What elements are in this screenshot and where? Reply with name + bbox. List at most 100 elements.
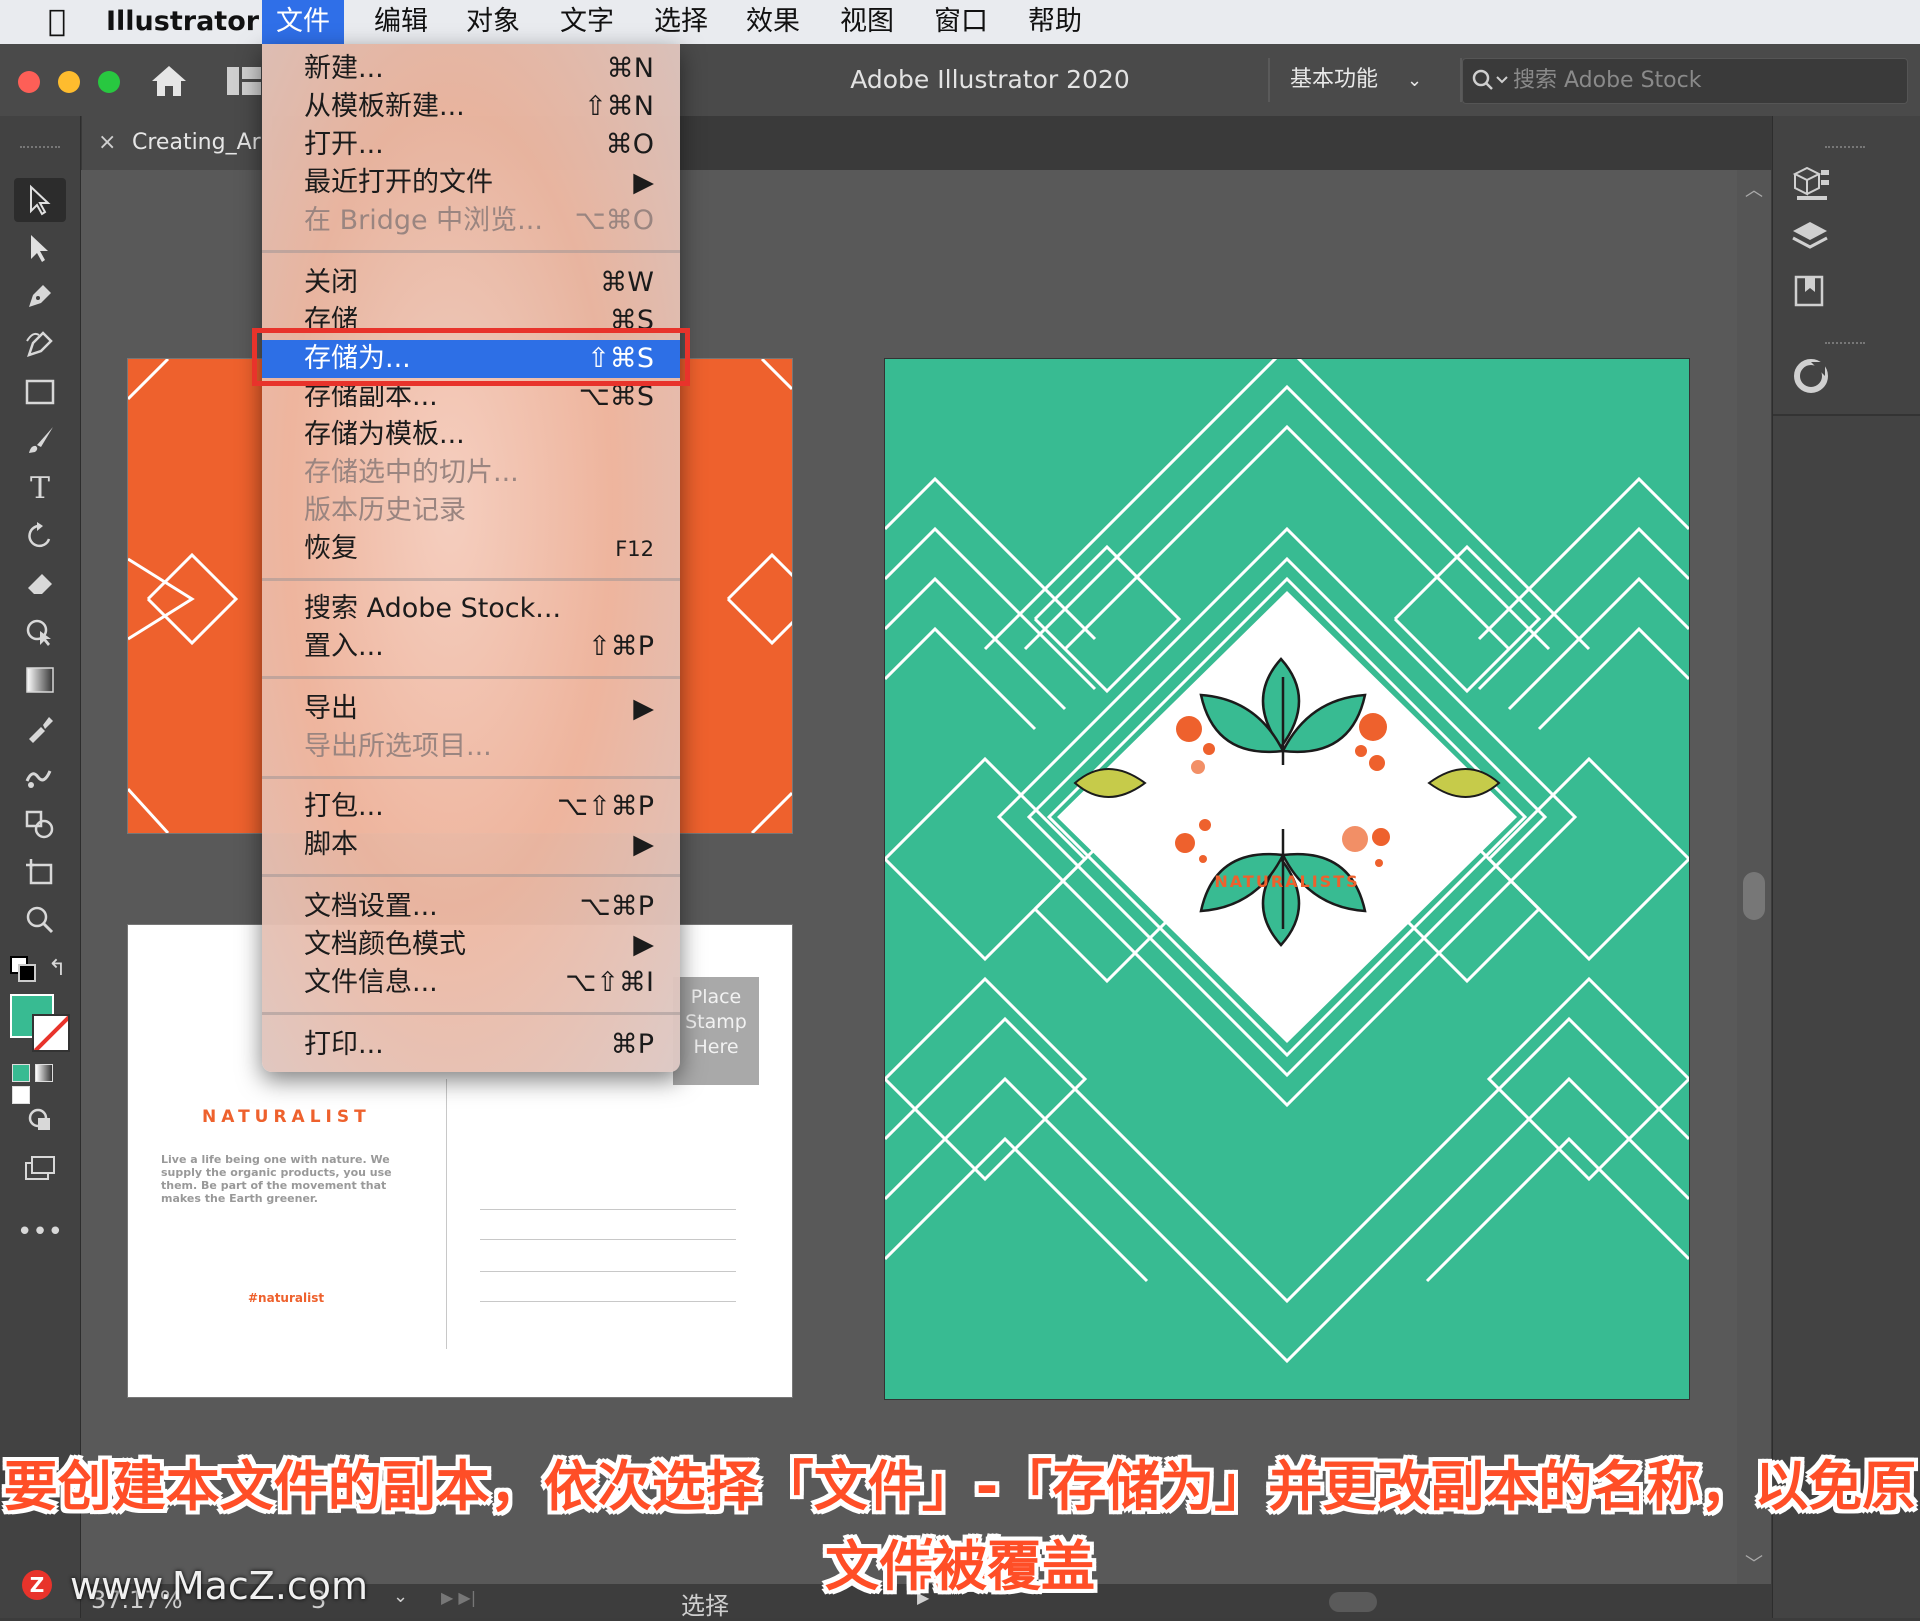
postcard-brand: NATURALIST — [202, 1107, 371, 1127]
panel-grip — [1825, 342, 1865, 348]
shape-builder-tool-icon[interactable] — [14, 610, 66, 654]
menu-item-new[interactable]: 新建... ⌘N — [262, 50, 680, 88]
color-guide-icon[interactable] — [1791, 356, 1831, 396]
pen-tool-icon[interactable] — [14, 274, 66, 318]
artboard-tool-icon[interactable] — [14, 850, 66, 894]
postcard-body: Live a life being one with nature. We su… — [161, 1153, 392, 1205]
divider — [1773, 414, 1920, 416]
app-menu[interactable]: Illustrator — [92, 0, 273, 44]
gradient-tool-icon[interactable] — [14, 658, 66, 702]
layers-icon[interactable] — [1791, 220, 1829, 254]
menu-item-document-color-mode[interactable]: 文档颜色模式 ▶ — [262, 926, 680, 964]
chevron-down-icon: ⌄ — [1407, 70, 1423, 91]
menu-item-document-setup[interactable]: 文档设置... ⌥⌘P — [262, 888, 680, 926]
artboard-poster[interactable]: NATURALISTS — [884, 358, 1690, 1400]
workspace-switcher[interactable]: 基本功能 ⌄ — [1290, 44, 1422, 116]
type-tool-icon[interactable]: T — [14, 466, 66, 510]
menu-separator — [262, 676, 680, 679]
search-icon — [1472, 69, 1508, 90]
highlight-frame — [252, 328, 690, 386]
curvature-tool-icon[interactable] — [14, 322, 66, 366]
menu-item-print[interactable]: 打印... ⌘P — [262, 1026, 680, 1064]
address-line — [480, 1271, 736, 1272]
watermark-text: www.MacZ.com — [70, 1564, 369, 1608]
minimize-window-button[interactable] — [58, 71, 80, 93]
panel-grip — [1825, 146, 1865, 152]
menu-item-new-from-template[interactable]: 从模板新建... ⇧⌘N — [262, 88, 680, 126]
right-panel-dock — [1772, 116, 1920, 1618]
menu-item-open-recent[interactable]: 最近打开的文件 ▶ — [262, 164, 680, 202]
apple-icon[interactable]:  — [34, 0, 80, 44]
zoom-window-button[interactable] — [98, 71, 120, 93]
address-line — [480, 1209, 736, 1210]
stroke-none-swatch[interactable] — [32, 1014, 70, 1052]
menu-item-export[interactable]: 导出 ▶ — [262, 690, 680, 728]
menu-help[interactable]: 帮助 — [1014, 0, 1096, 44]
rotate-tool-icon[interactable] — [14, 514, 66, 558]
file-menu-dropdown: 新建... ⌘N 从模板新建... ⇧⌘N 打开... ⌘O 最近打开的文件 ▶ 在 B… — [262, 44, 680, 1072]
scroll-up-icon[interactable]: ︿ — [1745, 176, 1763, 202]
watermark-logo-icon: Z — [22, 1570, 52, 1600]
eyedropper-tool-icon[interactable] — [14, 706, 66, 750]
menu-type[interactable]: 文字 — [546, 0, 628, 44]
menu-object[interactable]: 对象 — [452, 0, 534, 44]
menu-item-close[interactable]: 关闭 ⌘W — [262, 264, 680, 302]
menu-item-open[interactable]: 打开... ⌘O — [262, 126, 680, 164]
menu-item-scripts[interactable]: 脚本 ▶ — [262, 826, 680, 864]
edit-toolbar-icon[interactable]: ••• — [14, 1210, 66, 1254]
stamp-line: Here — [693, 1036, 739, 1058]
menu-window[interactable]: 窗口 — [920, 0, 1002, 44]
color-mode-icons[interactable] — [12, 1064, 66, 1104]
menu-separator — [262, 776, 680, 779]
menu-item-file-info[interactable]: 文件信息... ⌥⇧⌘I — [262, 964, 680, 1002]
macos-menu-bar:  Illustrator 文件 编辑 对象 文字 选择 效果 视图 窗口 帮助 — [0, 0, 1920, 44]
search-placeholder: 搜索 Adobe Stock — [1513, 68, 1702, 93]
swap-fill-stroke-icon[interactable]: ↰ — [48, 956, 66, 981]
close-window-button[interactable] — [18, 71, 40, 93]
blend-tool-icon[interactable] — [14, 754, 66, 798]
document-tab-label: Creating_Ar — [132, 130, 261, 155]
libraries-icon[interactable] — [1793, 274, 1827, 308]
properties-icon[interactable] — [1791, 164, 1831, 202]
menu-edit[interactable]: 编辑 — [360, 0, 442, 44]
stamp-placeholder: Place Stamp Here — [673, 977, 759, 1085]
close-tab-icon[interactable]: × — [98, 116, 116, 170]
scrollbar-thumb[interactable] — [1743, 872, 1765, 920]
menu-separator — [262, 874, 680, 877]
workspace-label: 基本功能 — [1290, 67, 1379, 92]
rectangle-tool-icon[interactable] — [14, 370, 66, 414]
menu-item-package[interactable]: 打包... ⌥⇧⌘P — [262, 788, 680, 826]
symbol-sprayer-tool-icon[interactable] — [14, 802, 66, 846]
menu-item-save-as-template[interactable]: 存储为模板... — [262, 416, 680, 454]
menu-separator — [262, 1012, 680, 1015]
tools-panel: T ↰ ••• — [0, 116, 81, 1618]
arrange-documents-icon[interactable] — [226, 66, 262, 96]
menu-effect[interactable]: 效果 — [732, 0, 814, 44]
stock-search-input[interactable]: 搜索 Adobe Stock — [1462, 58, 1908, 104]
menu-item-search-adobe-stock[interactable]: 搜索 Adobe Stock... — [262, 590, 680, 628]
address-line — [480, 1301, 736, 1302]
menu-view[interactable]: 视图 — [826, 0, 908, 44]
document-tab[interactable]: × Creating_Ar — [82, 116, 272, 170]
menu-item-place[interactable]: 置入... ⇧⌘P — [262, 628, 680, 666]
zoom-tool-icon[interactable] — [14, 898, 66, 942]
menu-item-version-history: 版本历史记录 — [304, 495, 466, 526]
draw-mode-icon[interactable] — [14, 1098, 66, 1142]
eraser-tool-icon[interactable] — [14, 562, 66, 606]
window-title: Adobe Illustrator 2020 — [850, 65, 1130, 94]
screen-mode-icon[interactable] — [14, 1146, 66, 1190]
stamp-line: Stamp — [685, 1011, 747, 1033]
menu-file[interactable]: 文件 — [262, 0, 344, 44]
vertical-scrollbar[interactable]: ︿ ﹀ — [1737, 170, 1771, 1584]
poster-brand: NATURALISTS — [1214, 872, 1360, 891]
menu-item-revert[interactable]: 恢复 F12 — [262, 530, 680, 568]
menu-separator — [262, 578, 680, 581]
direct-selection-tool-icon[interactable] — [14, 226, 66, 270]
home-icon[interactable] — [150, 64, 188, 98]
menu-select[interactable]: 选择 — [640, 0, 722, 44]
paintbrush-tool-icon[interactable] — [14, 418, 66, 462]
default-fill-stroke-icon[interactable] — [10, 956, 36, 982]
panel-grip — [20, 146, 60, 152]
divider — [1268, 58, 1270, 102]
selection-tool-icon[interactable] — [14, 178, 66, 222]
